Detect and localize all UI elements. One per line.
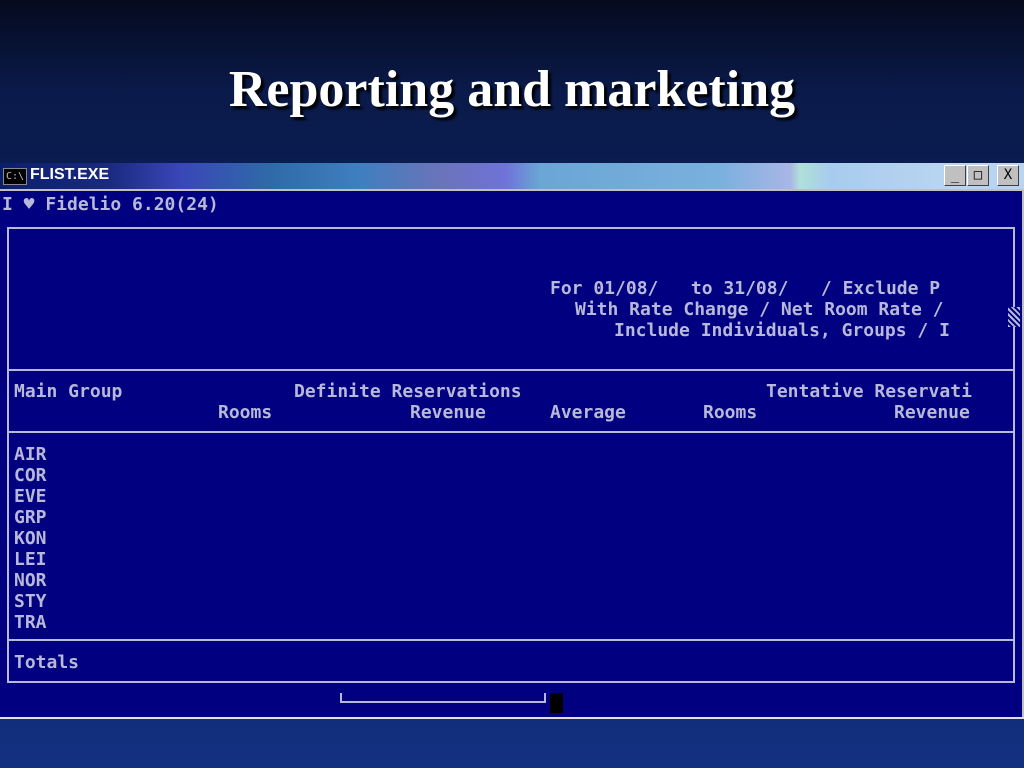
maximize-button[interactable]: □ [967, 165, 989, 186]
text-cursor [550, 693, 563, 713]
minimize-button[interactable]: _ [944, 165, 966, 186]
window-title: FLIST.EXE [30, 166, 110, 183]
header-revenue-tentative: Revenue [894, 402, 970, 423]
input-field[interactable] [340, 693, 546, 703]
list-item: KON [14, 528, 47, 549]
list-item: STY [14, 591, 47, 612]
scroll-shade [1008, 307, 1020, 327]
filter-line-2: With Rate Change / Net Room Rate / [575, 299, 944, 320]
filter-line-1: For 01/08/ to 31/08/ / Exclude P [550, 278, 941, 299]
window-titlebar[interactable]: C:\ FLIST.EXE _ □ X [0, 163, 1024, 189]
filter-line-3: Include Individuals, Groups / I [614, 320, 950, 341]
header-tentative: Tentative Reservati [766, 381, 972, 402]
list-item: COR [14, 465, 47, 486]
console-area[interactable]: I ♥ Fidelio 6.20(24) For 01/08/ to 31/08… [0, 191, 1022, 717]
header-revenue: Revenue [410, 402, 486, 423]
header-average: Average [550, 402, 626, 423]
status-line: I ♥ Fidelio 6.20(24) [2, 194, 219, 215]
list-item: TRA [14, 612, 47, 633]
list-item: AIR [14, 444, 47, 465]
divider [9, 639, 1013, 641]
list-item: NOR [14, 570, 47, 591]
command-prompt-icon[interactable]: C:\ [3, 168, 27, 185]
header-definite: Definite Reservations [294, 381, 522, 402]
console-window: C:\ FLIST.EXE _ □ X I ♥ Fidelio 6.20(24)… [0, 163, 1024, 719]
list-item: GRP [14, 507, 47, 528]
window-bottom-border [0, 717, 1024, 719]
divider [9, 431, 1013, 433]
header-rooms: Rooms [218, 402, 273, 423]
header-main-group: Main Group [14, 381, 123, 402]
header-rooms-tentative: Rooms [703, 402, 758, 423]
list-item: LEI [14, 549, 47, 570]
totals-label: Totals [14, 652, 80, 673]
list-item: EVE [14, 486, 47, 507]
close-button[interactable]: X [997, 165, 1019, 186]
slide-title: Reporting and marketing [228, 61, 796, 118]
divider [9, 369, 1013, 371]
